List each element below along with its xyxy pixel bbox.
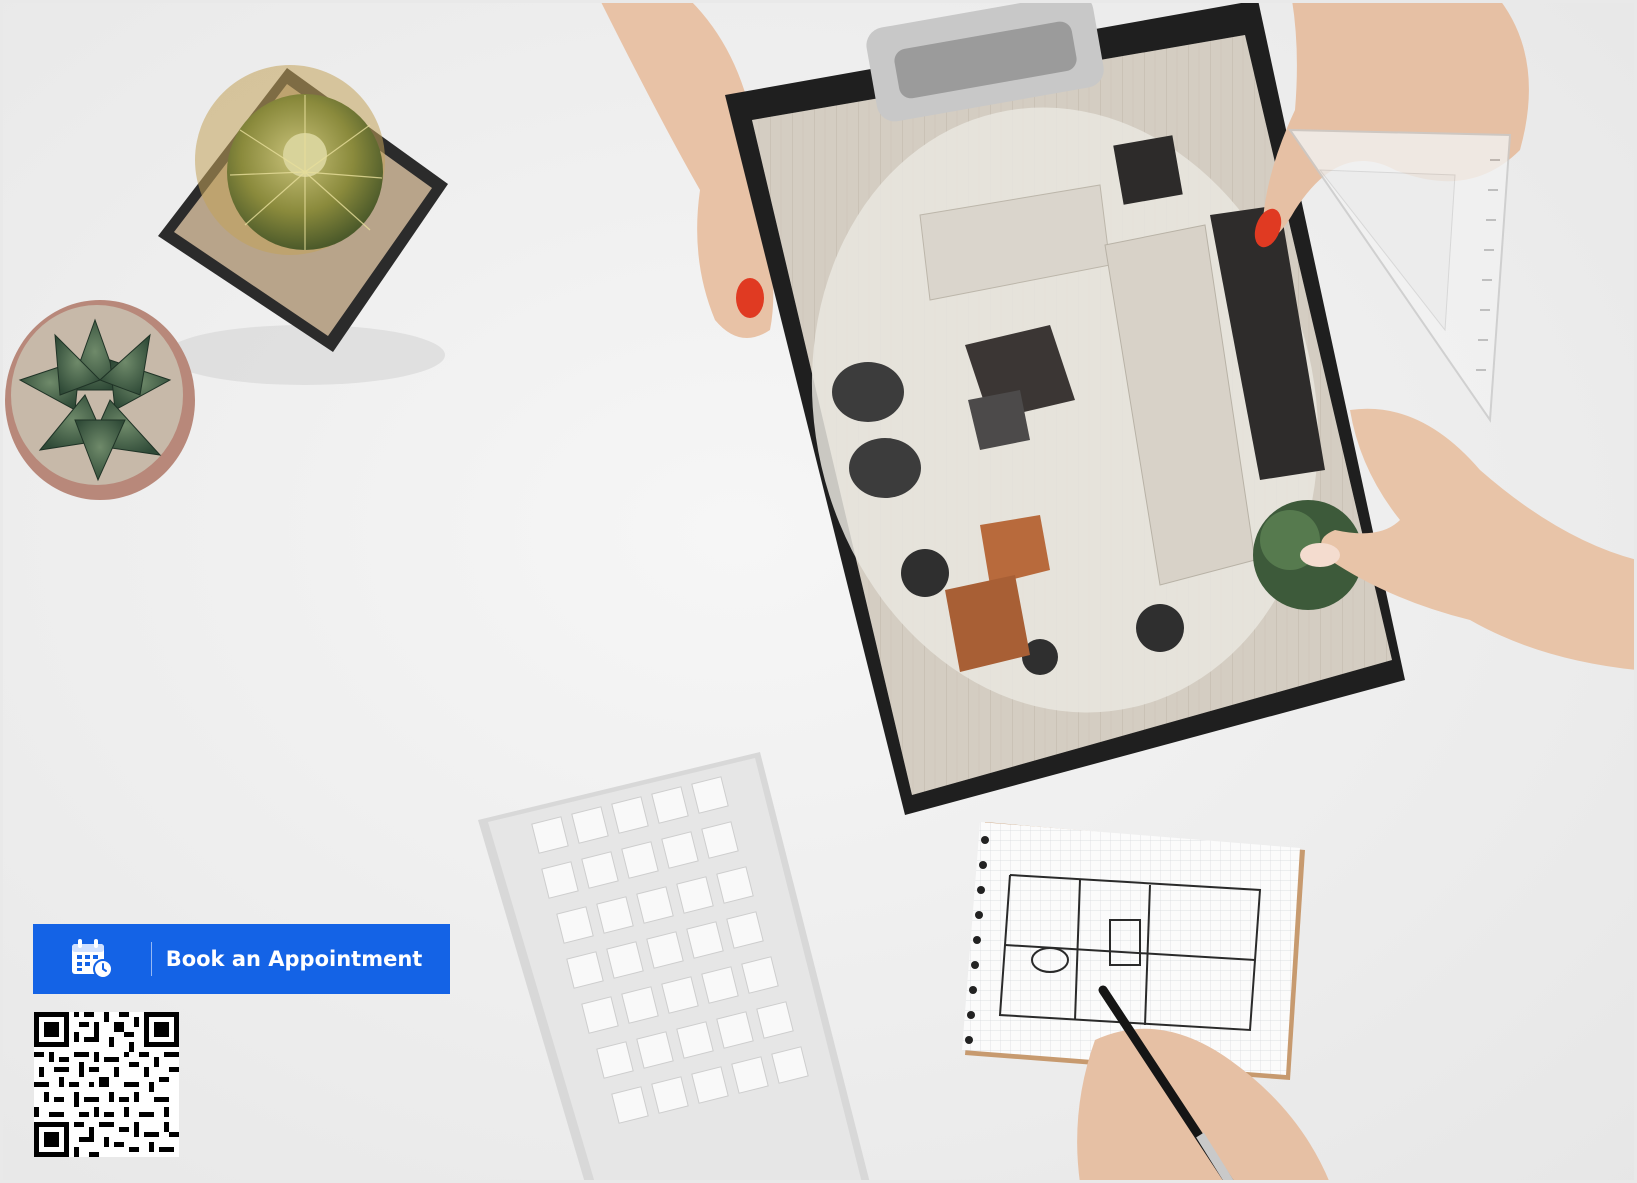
hero-photo xyxy=(0,0,1637,1183)
book-appointment-label: Book an Appointment xyxy=(165,947,423,971)
calendar-clock-icon xyxy=(33,924,151,994)
succulent-pot xyxy=(5,300,195,500)
qr-code[interactable] xyxy=(34,1012,179,1157)
book-appointment-button[interactable]: Book an Appointment xyxy=(33,924,450,994)
